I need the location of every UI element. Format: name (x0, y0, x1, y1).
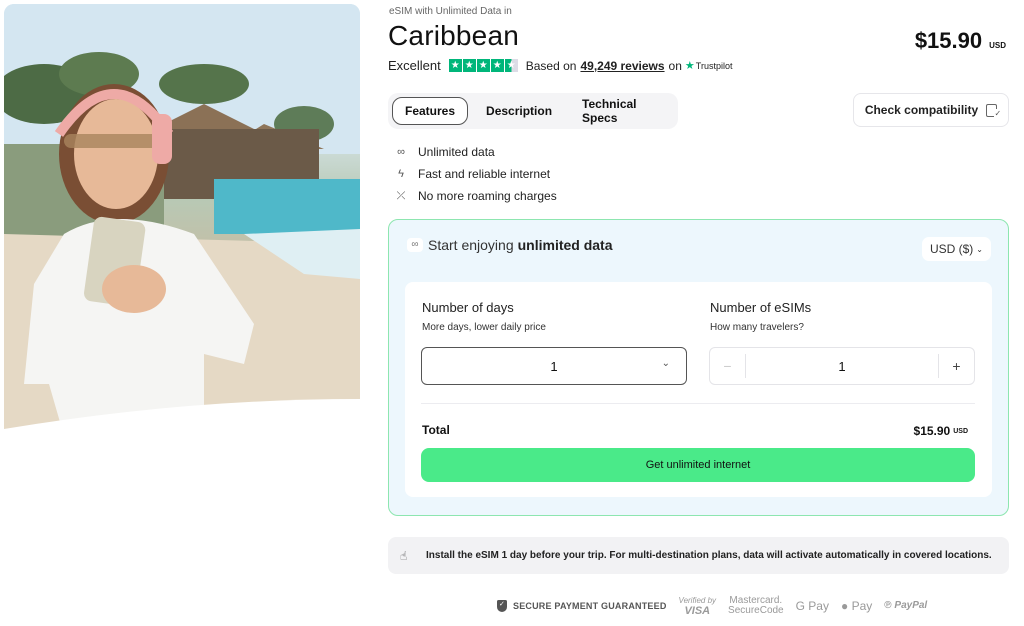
divider (421, 403, 975, 404)
chevron-down-icon: ⌄ (661, 358, 670, 369)
shield-check-icon (497, 600, 507, 612)
product-tabs: Features Description Technical Specs (388, 93, 678, 129)
total-amount: $15.90 (913, 424, 951, 438)
lightning-icon: ϟ (398, 168, 404, 180)
rating-label: Excellent (388, 58, 441, 73)
star-icon: ★ (462, 59, 476, 72)
check-compatibility-label: Check compatibility (864, 103, 979, 117)
trustpilot-logo: Trustpilot (695, 60, 733, 71)
star-icon: ★ (448, 59, 462, 72)
mastercard-securecode-logo: Mastercard. SecureCode (728, 596, 784, 616)
price-currency: USD (989, 41, 1006, 50)
verified-by-visa-logo: Verified by VISA (679, 596, 717, 617)
trustpilot-star-icon: ★ (684, 60, 695, 72)
on-text: on (668, 58, 682, 73)
plan-card: ∞ Start enjoying unlimited data USD ($) … (388, 219, 1009, 516)
esims-sub: How many travelers? (710, 322, 804, 333)
feature-label: Fast and reliable internet (418, 167, 551, 181)
esims-stepper: − 1 + (709, 347, 975, 385)
plan-heading: ∞ Start enjoying unlimited data (407, 237, 613, 253)
apple-pay-logo: ● Pay (841, 599, 873, 613)
star-icon: ★ (490, 59, 504, 72)
apple-pay-text: Pay (848, 599, 873, 613)
check-compatibility-button[interactable]: Check compatibility (853, 93, 1009, 127)
install-info-banner: ☝ Install the eSIM 1 day before your tri… (388, 537, 1009, 574)
mc-bottom: SecureCode (728, 605, 784, 616)
secure-payment: SECURE PAYMENT GUARANTEED (497, 600, 667, 612)
days-value: 1 (550, 358, 558, 374)
plan-heading-bold: unlimited data (517, 237, 613, 253)
payment-methods: SECURE PAYMENT GUARANTEED Verified by VI… (497, 596, 939, 617)
paypal-logo: ℗ PayPal (884, 601, 927, 611)
total-currency: USD (953, 428, 968, 435)
days-select[interactable]: 1 ⌄ (421, 347, 687, 385)
decrement-button[interactable]: − (710, 354, 746, 378)
infinity-icon: ∞ (397, 146, 405, 158)
esims-value[interactable]: 1 (746, 359, 938, 374)
price-amount: $15.90 (914, 28, 983, 53)
get-unlimited-internet-button[interactable]: Get unlimited internet (421, 448, 975, 482)
plan-heading-prefix: Start enjoying (428, 237, 514, 253)
infinity-icon: ∞ (407, 238, 423, 252)
tap-hand-icon: ☝ (400, 548, 408, 563)
tab-technical-specs[interactable]: Technical Specs (570, 91, 668, 131)
feature-item: ϟ Fast and reliable internet (394, 163, 557, 185)
trustpilot-rating: Excellent ★ ★ ★ ★ ★ Based on 49,249 revi… (388, 58, 732, 73)
paypal-text: PayPal (894, 600, 928, 611)
reviews-link[interactable]: 49,249 reviews (580, 59, 664, 73)
product-price: $15.90 USD (915, 28, 1006, 54)
hero-image (4, 4, 360, 436)
total-label: Total (422, 423, 450, 437)
no-roaming-icon: ⤫ (396, 189, 406, 202)
feature-item: ∞ Unlimited data (394, 141, 557, 163)
feature-list: ∞ Unlimited data ϟ Fast and reliable int… (394, 141, 557, 207)
star-icon: ★ (476, 59, 490, 72)
paypal-icon: ℗ (884, 600, 895, 611)
days-sub: More days, lower daily price (422, 322, 546, 333)
feature-label: No more roaming charges (418, 189, 557, 203)
secure-payment-text: SECURE PAYMENT GUARANTEED (513, 601, 667, 611)
half-star-icon: ★ (504, 59, 518, 72)
chevron-down-icon: ⌄ (976, 244, 983, 254)
phone-check-icon (986, 103, 1002, 118)
tab-features[interactable]: Features (392, 97, 469, 125)
plan-options: Number of days More days, lower daily pr… (405, 282, 992, 497)
increment-button[interactable]: + (938, 354, 974, 378)
based-on-text: Based on (525, 58, 577, 73)
visa-bottom: VISA (684, 605, 711, 617)
days-label: Number of days (422, 300, 514, 315)
feature-label: Unlimited data (418, 145, 495, 159)
rating-stars: ★ ★ ★ ★ ★ (448, 59, 518, 72)
total-price: $15.90 USD (914, 424, 968, 438)
install-info-text: Install the eSIM 1 day before your trip.… (426, 550, 992, 561)
feature-item: ⤫ No more roaming charges (394, 185, 557, 207)
currency-value: USD ($) (929, 242, 974, 256)
product-title: Caribbean (388, 20, 519, 51)
currency-select[interactable]: USD ($) ⌄ (921, 237, 991, 261)
product-subtitle: eSIM with Unlimited Data in (389, 6, 512, 17)
google-pay-logo: G Pay (795, 599, 829, 613)
tab-description[interactable]: Description (474, 98, 564, 124)
esims-label: Number of eSIMs (710, 300, 812, 315)
